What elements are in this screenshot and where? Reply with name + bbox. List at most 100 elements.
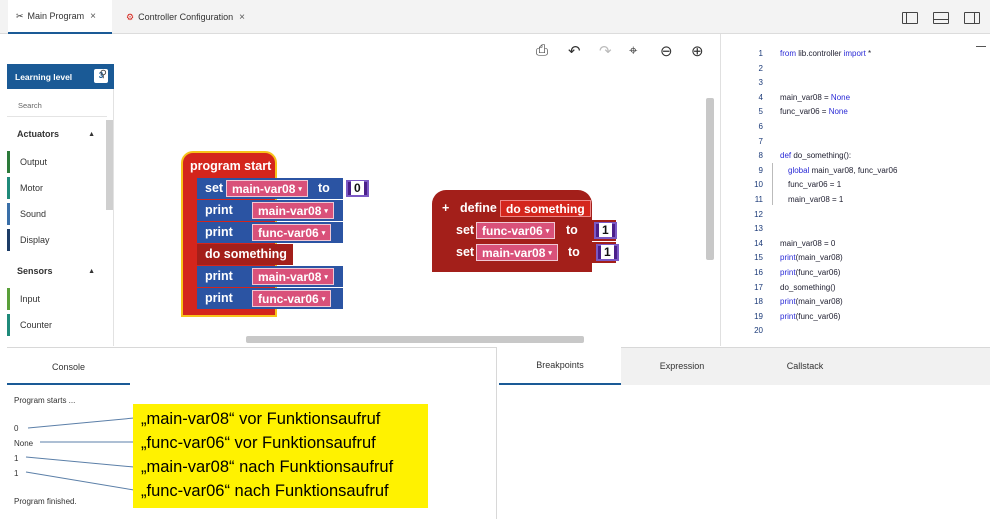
line-number: 3 xyxy=(758,78,763,88)
plus-icon[interactable]: + xyxy=(442,202,449,215)
puzzle-icon: ✂ xyxy=(16,10,24,21)
tab-label: Main Program xyxy=(27,11,85,21)
zoom-in-icon[interactable]: ⊕ xyxy=(691,42,704,60)
gear-icon: ⚙ xyxy=(126,11,135,22)
code-line: from lib.controller import * xyxy=(780,49,872,58)
line-number: 9 xyxy=(758,165,763,175)
tab-breakpoints[interactable]: Breakpoints xyxy=(499,347,621,385)
item-label: Display xyxy=(20,235,50,245)
variable-dropdown[interactable]: func-var06 ▾ xyxy=(252,290,332,307)
sidebar-scrollbar[interactable] xyxy=(106,120,113,210)
chevron-down-icon: ▾ xyxy=(324,273,328,281)
to-label: to xyxy=(318,181,330,195)
zoom-out-icon[interactable]: ⊖ xyxy=(660,42,673,60)
program-start-label: program start xyxy=(190,159,272,173)
console-line: 0 xyxy=(14,424,19,433)
variable-name: main-var08 xyxy=(232,181,296,196)
tab-expression[interactable]: Expression xyxy=(621,347,743,385)
print-label: print xyxy=(205,203,233,217)
item-label: Output xyxy=(20,157,48,167)
right-panel-toggle-icon[interactable] xyxy=(964,12,980,24)
sidebar-item-input[interactable]: Input xyxy=(7,288,107,310)
tab-callstack[interactable]: Callstack xyxy=(743,347,867,385)
tab-label: Controller Configuration xyxy=(138,12,234,22)
caret-up-icon: ▲ xyxy=(88,267,95,275)
line-number: 2 xyxy=(758,63,763,73)
variable-name: main-var08 xyxy=(258,269,322,284)
search-input[interactable]: Search xyxy=(7,95,107,117)
annotation-box: „main-var08“ vor Funktionsaufruf „func-v… xyxy=(133,404,428,508)
chevron-down-icon: ▾ xyxy=(321,295,326,303)
code-line: func_var06 = 1 xyxy=(788,180,842,190)
category-actuators[interactable]: Actuators ▲ xyxy=(7,122,107,146)
variable-dropdown[interactable]: main-var08 ▾ xyxy=(252,202,334,219)
sidebar-item-counter[interactable]: Counter xyxy=(7,314,107,336)
sidebar-item-display[interactable]: Display xyxy=(7,229,107,251)
variable-dropdown[interactable]: main-var08 ▾ xyxy=(476,244,558,261)
code-line: global main_var08, func_var06 xyxy=(788,165,898,175)
print-label: print xyxy=(205,225,233,239)
category-sensors[interactable]: Sensors ▲ xyxy=(7,259,107,283)
search-icon[interactable]: ⚲ xyxy=(100,69,107,80)
console-line: Program finished. xyxy=(14,497,77,506)
chevron-down-icon: ▾ xyxy=(545,227,550,235)
center-icon[interactable]: ⌖ xyxy=(629,42,637,59)
close-icon[interactable]: × xyxy=(239,12,245,23)
line-number: 16 xyxy=(754,268,763,277)
workspace-vertical-scrollbar[interactable] xyxy=(706,98,714,260)
workspace-horizontal-scrollbar[interactable] xyxy=(246,336,584,343)
print-label: print xyxy=(205,269,233,283)
line-number: 4 xyxy=(758,92,763,102)
code-line: print(main_var08) xyxy=(780,253,843,263)
variable-name: func-var06 xyxy=(258,225,319,240)
variable-dropdown[interactable]: func-var06 ▾ xyxy=(252,224,332,241)
print-icon[interactable]: ⎙ xyxy=(536,42,548,59)
variable-name: main-var08 xyxy=(258,203,322,218)
line-number: 7 xyxy=(758,136,763,146)
line-number: 11 xyxy=(754,195,763,204)
procedure-name-field[interactable]: do something xyxy=(500,200,591,217)
blocks-sidebar: Learning level 3 Search ⚲ Actuators ▲ Out… xyxy=(7,64,114,346)
line-number: 1 xyxy=(758,49,763,58)
code-scrollbar[interactable] xyxy=(976,46,986,47)
set-label: set xyxy=(205,181,224,195)
procedure-call-label: do something xyxy=(205,247,287,261)
left-panel-toggle-icon[interactable] xyxy=(902,12,918,24)
number-value: 1 xyxy=(599,223,612,237)
variable-name: main-var08 xyxy=(482,245,546,260)
line-number: 15 xyxy=(754,253,763,263)
line-number: 20 xyxy=(754,326,763,336)
item-label: Counter xyxy=(20,320,53,330)
chevron-down-icon: ▾ xyxy=(321,229,326,237)
line-number: 6 xyxy=(758,122,763,131)
indent-guide xyxy=(772,163,773,205)
set-label: set xyxy=(456,245,475,259)
procedure-name: do something xyxy=(506,201,585,216)
sidebar-item-sound[interactable]: Sound xyxy=(7,203,107,225)
code-line: do_something() xyxy=(780,282,836,292)
number-block[interactable]: 1 xyxy=(596,244,619,261)
bottom-panel-toggle-icon[interactable] xyxy=(933,12,949,24)
item-label: Input xyxy=(20,294,41,304)
line-number: 10 xyxy=(754,180,763,190)
number-block[interactable]: 1 xyxy=(594,222,617,239)
line-number: 8 xyxy=(758,151,763,161)
undo-icon[interactable]: ↶ xyxy=(568,42,581,60)
variable-dropdown[interactable]: func-var06 ▾ xyxy=(476,222,556,239)
code-line: print(main_var08) xyxy=(780,297,843,307)
sidebar-item-output[interactable]: Output xyxy=(7,151,107,173)
console-line: None xyxy=(14,439,34,448)
code-line: def do_something(): xyxy=(780,151,852,161)
redo-icon[interactable]: ↷ xyxy=(599,42,612,60)
chevron-down-icon: ▾ xyxy=(324,207,328,215)
tab-controller-configuration[interactable]: ⚙ Controller Configuration × xyxy=(118,0,258,34)
variable-dropdown[interactable]: main-var08 ▾ xyxy=(252,268,334,285)
tab-console[interactable]: Console xyxy=(7,350,130,385)
variable-dropdown[interactable]: main-var08 ▾ xyxy=(226,180,308,197)
console-line: Program starts ... xyxy=(14,396,76,405)
close-icon[interactable]: × xyxy=(90,11,96,22)
tab-main-program[interactable]: ✂ Main Program × xyxy=(8,0,112,34)
code-line: main_var08 = None xyxy=(780,92,851,102)
number-block[interactable]: 0 xyxy=(346,180,369,197)
sidebar-item-motor[interactable]: Motor xyxy=(7,177,107,199)
